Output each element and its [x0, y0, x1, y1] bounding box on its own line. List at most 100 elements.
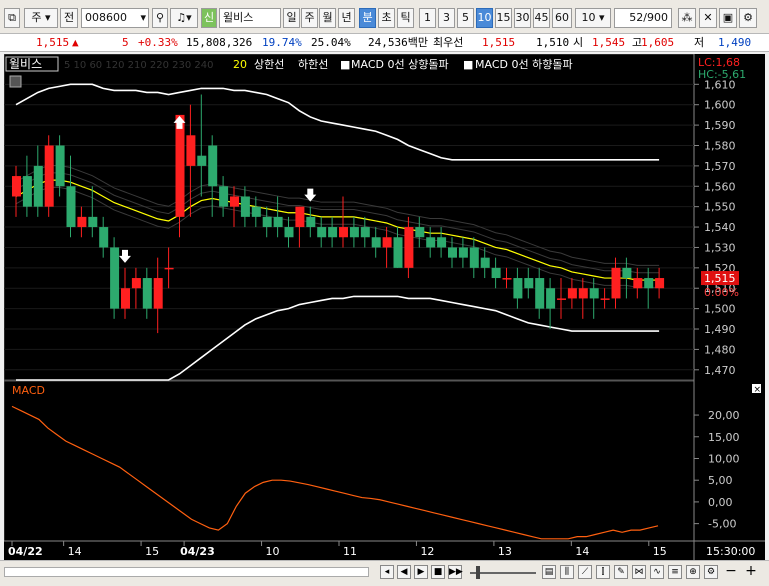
- close-icon-glyph: ×: [754, 385, 762, 395]
- market-label: 주: [31, 11, 42, 24]
- page-counter[interactable]: 52/900: [614, 8, 672, 28]
- draw-icon[interactable]: ✎: [614, 565, 628, 579]
- play-prev-button[interactable]: ◀: [397, 565, 411, 579]
- candle-body: [426, 237, 436, 248]
- price-tick-label: 1,590: [704, 119, 736, 132]
- candle-body: [535, 278, 545, 309]
- candle-body: [77, 216, 87, 228]
- interval-button-3[interactable]: 3: [438, 8, 455, 28]
- period-tab-6[interactable]: 틱: [397, 8, 414, 28]
- time-tick-label: 15: [653, 545, 667, 558]
- legend-square-2: ■: [463, 58, 473, 71]
- indicator-icon[interactable]: ∿: [650, 565, 664, 579]
- interval-select[interactable]: 10 ▾: [575, 8, 611, 28]
- period-tab-3[interactable]: 년: [338, 8, 355, 28]
- crosshair-icon[interactable]: ✕: [699, 8, 717, 28]
- period-tab-4[interactable]: 분: [359, 8, 376, 28]
- period-tab-2[interactable]: 월: [319, 8, 336, 28]
- window-icon[interactable]: ⧉: [4, 8, 20, 28]
- turnover: 25.04%: [311, 36, 351, 49]
- candle-body: [262, 216, 272, 228]
- zoom-out-icon[interactable]: −: [724, 564, 738, 579]
- speaker-icon[interactable]: ♫▾: [170, 8, 198, 28]
- interval-button-5[interactable]: 5: [457, 8, 474, 28]
- candle-body: [622, 267, 632, 279]
- settings-icon[interactable]: ⚙: [704, 565, 718, 579]
- candle-body: [219, 186, 229, 207]
- period-tab-0[interactable]: 일: [283, 8, 300, 28]
- candle-body: [600, 298, 610, 300]
- zoom-slider-handle[interactable]: [476, 566, 480, 579]
- up-arrow-icon: ▲: [72, 36, 79, 49]
- chart-svg[interactable]: 1,6101,6001,5901,5801,5701,5601,5501,540…: [3, 53, 765, 560]
- interval-button-15[interactable]: 15: [495, 8, 512, 28]
- price-tick-label: 1,550: [704, 201, 736, 214]
- page-number: 52: [629, 11, 644, 24]
- low-label: 저: [694, 36, 705, 49]
- fast-forward-button[interactable]: ▶▶: [448, 565, 463, 579]
- price-tick-label: 1,560: [704, 180, 736, 193]
- stock-name-field[interactable]: 윌비스: [219, 8, 281, 28]
- save-icon[interactable]: ▣: [719, 8, 737, 28]
- best-ask-label: 최우선: [433, 36, 464, 49]
- time-tick-label: 11: [343, 545, 357, 558]
- macd-tick-label: -5,00: [708, 518, 736, 531]
- compare-icon[interactable]: ≡: [668, 565, 682, 579]
- interval-button-30[interactable]: 30: [514, 8, 531, 28]
- interval-button-45[interactable]: 45: [533, 8, 550, 28]
- change-pct-tag-label: 0.00%: [704, 286, 739, 299]
- candle-body: [567, 288, 577, 299]
- scroll-track[interactable]: [4, 567, 369, 577]
- market-select[interactable]: 주 ▾: [24, 8, 58, 28]
- stock-code: 008600: [85, 11, 127, 24]
- candle-body: [557, 298, 566, 300]
- time-tick-label: 04/22: [8, 545, 43, 558]
- grid-toggle-icon[interactable]: [9, 75, 22, 88]
- play-next-button[interactable]: ▶: [414, 565, 428, 579]
- price-tick-label: 1,480: [704, 343, 736, 356]
- macd-tick-label: 5,00: [708, 474, 733, 487]
- interval-button-1[interactable]: 1: [419, 8, 436, 28]
- macd-tick-label: 10,00: [708, 452, 740, 465]
- candle-body: [240, 196, 250, 217]
- candle-body: [589, 288, 599, 299]
- price-tick-label: 1,530: [704, 241, 736, 254]
- search-icon[interactable]: ⚲: [152, 8, 168, 28]
- chart-area[interactable]: 1,610 1,600 1,590 1,580 1,570 1,560 1,550 1,540…: [3, 53, 765, 560]
- time-tick-label: 13: [498, 545, 512, 558]
- period-tab-1[interactable]: 주: [301, 8, 318, 28]
- prev-button[interactable]: 전: [60, 8, 78, 28]
- candle-body: [142, 278, 152, 309]
- macd-tick-label: 20,00: [708, 409, 740, 422]
- candle-body: [22, 176, 32, 207]
- chart-type-icon[interactable]: ▤: [542, 565, 556, 579]
- period-tab-5[interactable]: 초: [378, 8, 395, 28]
- open-price: 1,545: [592, 36, 626, 49]
- chevron-down-icon[interactable]: ▾: [140, 9, 148, 27]
- candle-body: [251, 206, 261, 217]
- low-price: 1,490: [718, 36, 752, 49]
- line-icon[interactable]: ⟋: [578, 565, 592, 579]
- candle-body: [382, 237, 392, 248]
- stock-code-input[interactable]: 008600 ▾: [81, 8, 149, 28]
- candle-body: [164, 267, 174, 270]
- scroll-left-icon[interactable]: ◂: [380, 565, 394, 579]
- pattern-icon[interactable]: ⋈: [632, 565, 646, 579]
- candle-body: [524, 278, 534, 289]
- candle-body: [328, 227, 338, 238]
- candle-icon[interactable]: ⫼: [560, 565, 574, 579]
- bar-icon[interactable]: ⫿: [596, 565, 610, 579]
- best-ask: 1,515: [482, 36, 516, 49]
- grid-icon[interactable]: ⁂: [678, 8, 696, 28]
- link-icon[interactable]: ⊕: [686, 565, 700, 579]
- candle-body: [295, 206, 305, 228]
- zoom-in-icon[interactable]: +: [744, 564, 758, 579]
- status-bar: ◂ ◀ ▶ ■ ▶▶ ▤ ⫼ ⟋ ⫿ ✎ ⋈ ∿ ≡ ⊕ ⚙ − +: [0, 560, 769, 586]
- candle-body: [186, 135, 196, 166]
- candle-body: [131, 278, 141, 289]
- interval-button-10[interactable]: 10: [476, 8, 493, 28]
- candle-body: [284, 227, 294, 238]
- stop-button[interactable]: ■: [431, 565, 445, 579]
- interval-button-60[interactable]: 60: [552, 8, 572, 28]
- gear-icon[interactable]: ⚙: [739, 8, 757, 28]
